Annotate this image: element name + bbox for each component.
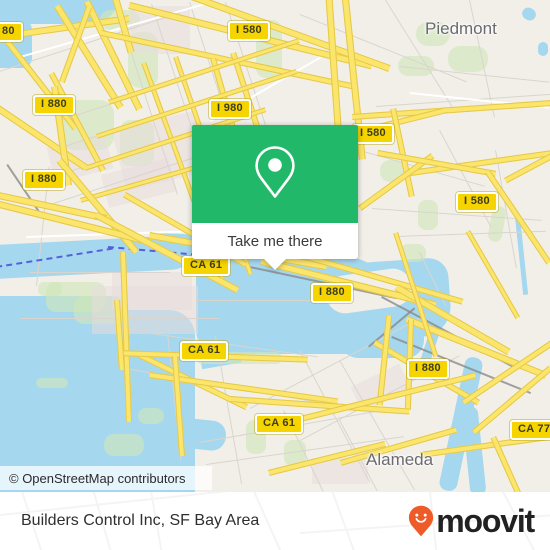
highway-shield: I 580 (456, 192, 498, 212)
minor-road (30, 272, 170, 273)
take-me-there-label: Take me there (227, 232, 323, 250)
highway-shield: I 980 (209, 99, 251, 119)
bottom-info-bar: Builders Control Inc, SF Bay Area moovit (0, 492, 550, 550)
popup-image-area (192, 125, 358, 223)
highway-shield: I 880 (407, 359, 449, 379)
highway-shield: CA 61 (180, 341, 229, 361)
map-screenshot: Piedmont Alameda 80 I 580 I 880 I 980 I … (0, 0, 550, 550)
place-label: Alameda (366, 450, 434, 469)
map-pin-icon (252, 144, 298, 205)
highway-shield: CA 61 (255, 414, 304, 434)
place-label: Piedmont (425, 19, 497, 38)
highway-shield: CA 77 (510, 420, 550, 440)
location-popup-card[interactable]: Take me there (192, 125, 358, 270)
take-me-there-button[interactable]: Take me there (192, 223, 358, 259)
moovit-wordmark: moovit (436, 503, 535, 539)
osm-attribution[interactable]: © OpenStreetMap contributors (0, 466, 212, 490)
water-body (236, 300, 296, 344)
map-canvas[interactable]: Piedmont Alameda 80 I 580 I 880 I 980 I … (0, 0, 550, 492)
highway-shield: I 880 (33, 95, 75, 115)
highway-shield: I 580 (228, 21, 270, 41)
osm-attribution-label: © OpenStreetMap contributors (9, 470, 186, 486)
moovit-smiling-pin-icon (408, 505, 434, 537)
highway-shield: 80 (0, 22, 23, 42)
popup-pointer-tail (264, 259, 286, 270)
moovit-logo[interactable]: moovit (408, 503, 535, 539)
park-area (36, 378, 68, 388)
park-area (138, 408, 164, 424)
park-area (418, 200, 438, 230)
highway-shield: I 880 (23, 170, 65, 190)
water-body (538, 42, 548, 56)
highway-shield: CA 61 (182, 256, 231, 276)
park-area (104, 434, 144, 456)
highway-shield: I 580 (352, 124, 394, 144)
place-title: Builders Control Inc, SF Bay Area (21, 512, 260, 529)
highway-shield: I 880 (311, 283, 353, 303)
